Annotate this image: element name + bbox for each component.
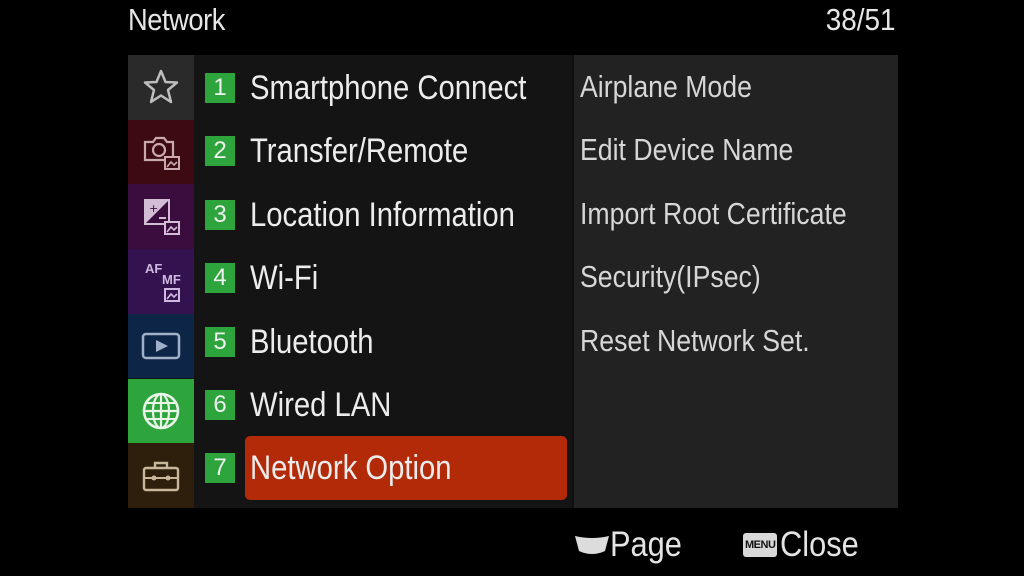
submenu-item-import-root-certificate[interactable]: Import Root Certificate bbox=[580, 196, 847, 232]
item-number: 2 bbox=[205, 136, 235, 166]
page-title: Network bbox=[128, 2, 225, 37]
close-hint[interactable]: MENU Close bbox=[743, 520, 870, 570]
menu-item-smartphone-connect[interactable]: 1 Smartphone Connect bbox=[194, 58, 572, 118]
tab-focus[interactable]: AF MF bbox=[128, 249, 194, 314]
menu-item-location-information[interactable]: 3 Location Information bbox=[194, 185, 572, 245]
menu-item-transfer-remote[interactable]: 2 Transfer/Remote bbox=[194, 121, 572, 181]
item-label: Smartphone Connect bbox=[250, 68, 527, 107]
item-label: Wired LAN bbox=[250, 385, 392, 424]
item-label: Location Information bbox=[250, 195, 515, 234]
category-tabs: + AF MF bbox=[128, 55, 194, 508]
menu-item-bluetooth[interactable]: 5 Bluetooth bbox=[194, 312, 572, 372]
item-number: 1 bbox=[205, 73, 235, 103]
svg-text:MF: MF bbox=[162, 272, 181, 287]
item-label: Transfer/Remote bbox=[250, 131, 469, 170]
svg-text:+: + bbox=[149, 202, 158, 215]
submenu-item-airplane-mode[interactable]: Airplane Mode bbox=[580, 69, 752, 105]
menu-panel: + AF MF 1 Smartphone Connect 2 Transfer/R… bbox=[128, 55, 898, 508]
page-counter: 38/51 bbox=[826, 2, 896, 37]
item-number: 6 bbox=[205, 390, 235, 420]
submenu-panel: Airplane Mode Edit Device Name Import Ro… bbox=[572, 55, 898, 508]
close-label: Close bbox=[780, 525, 860, 564]
tab-network[interactable] bbox=[128, 378, 194, 444]
exposure-color-icon: + bbox=[144, 198, 180, 235]
item-number: 7 bbox=[205, 453, 235, 483]
tab-playback[interactable] bbox=[128, 313, 194, 379]
submenu-item-reset-network-set[interactable]: Reset Network Set. bbox=[580, 323, 810, 359]
menu-item-network-option[interactable]: 7 Network Option bbox=[194, 436, 572, 500]
item-label: Bluetooth bbox=[250, 322, 374, 361]
svg-text:AF: AF bbox=[145, 261, 162, 276]
tab-exposure-color[interactable]: + bbox=[128, 184, 194, 250]
item-number: 3 bbox=[205, 200, 235, 230]
tab-shooting[interactable] bbox=[128, 119, 194, 185]
item-label: Network Option bbox=[250, 448, 452, 487]
submenu-item-security-ipsec[interactable]: Security(IPsec) bbox=[580, 259, 761, 295]
toolbox-icon bbox=[142, 461, 180, 491]
menu-button-icon: MENU bbox=[743, 533, 778, 557]
item-number: 5 bbox=[205, 327, 235, 357]
af-mf-icon: AFMF bbox=[145, 261, 181, 303]
menu-item-wired-lan[interactable]: 6 Wired LAN bbox=[194, 375, 572, 435]
page-hint[interactable]: Page bbox=[574, 520, 692, 570]
tab-setup[interactable] bbox=[128, 443, 194, 508]
control-dial-icon bbox=[575, 536, 609, 554]
menu-item-wifi[interactable]: 4 Wi-Fi bbox=[194, 248, 572, 308]
camera-still-icon bbox=[143, 136, 180, 171]
item-label: Wi-Fi bbox=[250, 258, 319, 297]
menu-list: 1 Smartphone Connect 2 Transfer/Remote 3… bbox=[194, 55, 572, 508]
item-number: 4 bbox=[205, 263, 235, 293]
submenu-item-edit-device-name[interactable]: Edit Device Name bbox=[580, 132, 793, 168]
tab-favorites[interactable] bbox=[128, 55, 194, 120]
page-label: Page bbox=[610, 525, 682, 564]
globe-icon bbox=[142, 392, 180, 430]
playback-icon bbox=[141, 332, 181, 360]
star-icon bbox=[143, 70, 179, 104]
